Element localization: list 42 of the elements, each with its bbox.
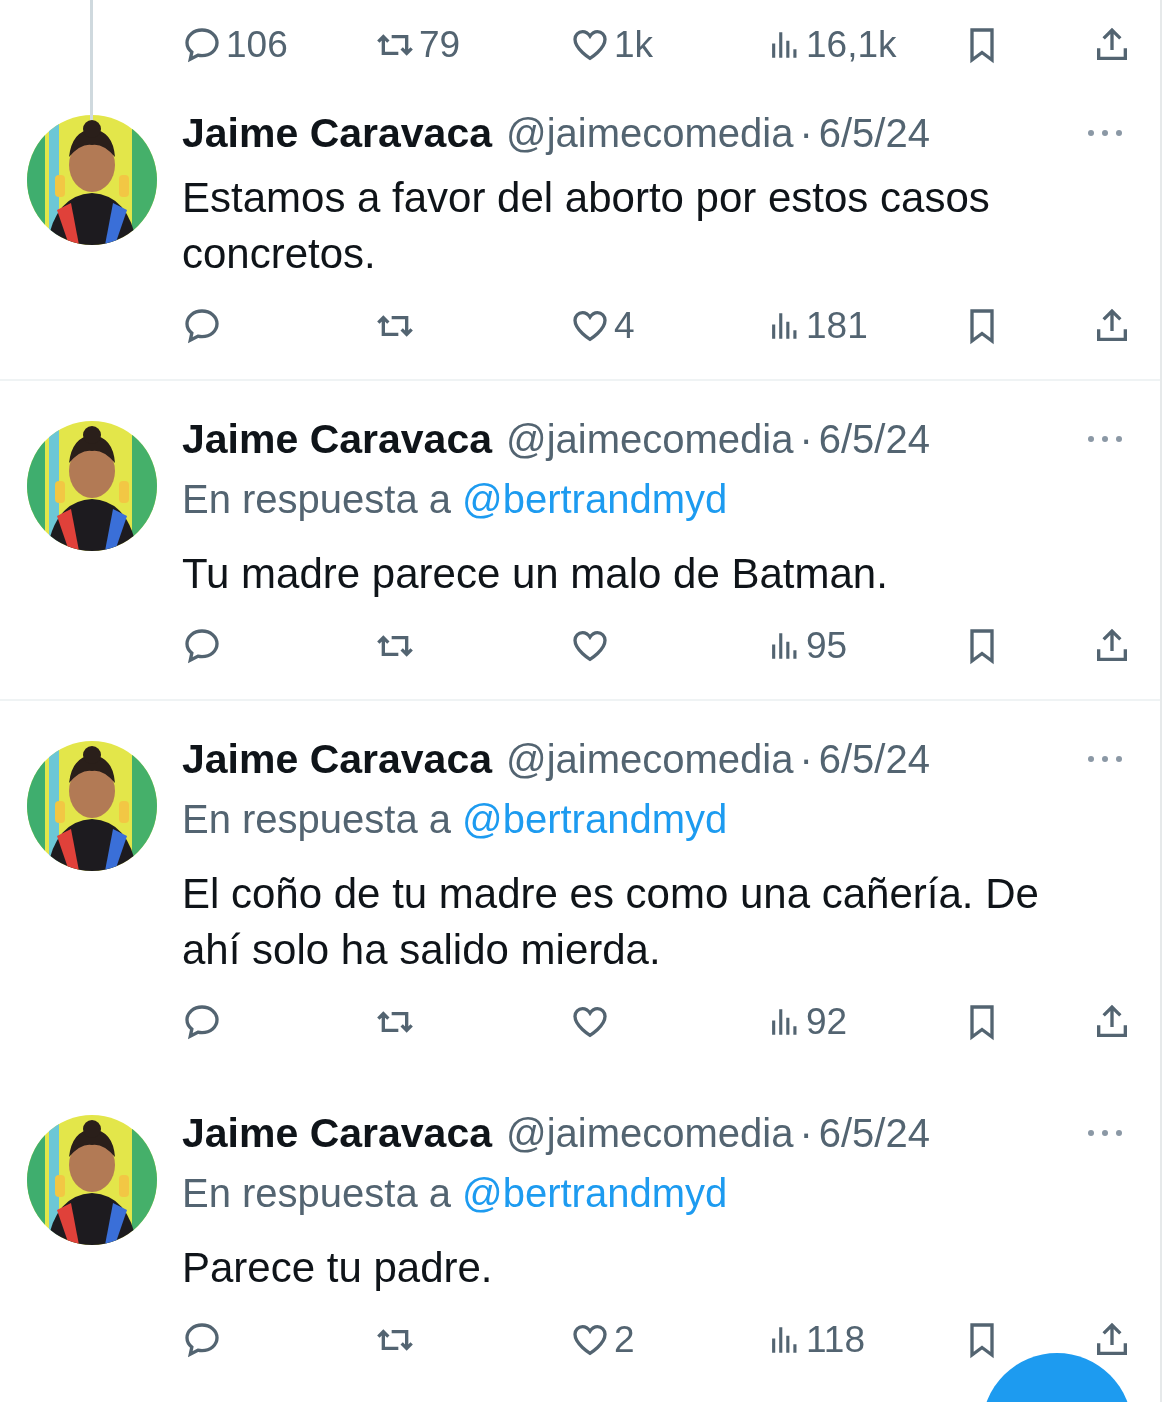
separator-dot: · xyxy=(799,416,813,462)
comment-icon xyxy=(182,306,222,346)
post-text: Tu madre parece un malo de Batman. xyxy=(182,549,889,599)
author-handle[interactable]: @jaimecomedia xyxy=(506,110,794,156)
reply-context: En respuesta a xyxy=(182,796,452,842)
author-name[interactable]: Jaime Caravaca xyxy=(182,1109,493,1157)
more-icon[interactable] xyxy=(1085,754,1125,764)
author-handle[interactable]: @jaimecomedia xyxy=(506,416,794,462)
views-button[interactable]: 181 xyxy=(768,303,868,349)
post-text: Estamos a favor del aborto por estos casos concretos. xyxy=(182,173,991,279)
post-date[interactable]: 6/5/24 xyxy=(818,416,930,462)
post-date[interactable]: 6/5/24 xyxy=(818,110,930,156)
author-name[interactable]: Jaime Caravaca xyxy=(182,735,493,783)
comment-icon xyxy=(182,626,222,666)
post-date[interactable]: 6/5/24 xyxy=(818,1110,930,1156)
comment-icon xyxy=(182,1002,222,1042)
author-name[interactable]: Jaime Caravaca xyxy=(182,109,493,157)
separator-dot: · xyxy=(799,736,813,782)
reply-button[interactable]: 106 xyxy=(182,22,288,68)
views-button[interactable]: 16,1k xyxy=(768,22,897,68)
like-button[interactable]: 1k xyxy=(570,22,654,68)
author-handle[interactable]: @jaimecomedia xyxy=(506,736,794,782)
more-icon[interactable] xyxy=(1085,128,1125,138)
post-text: El coño de tu madre es como una cañería. De ahí solo ha salido mierda. xyxy=(182,869,1040,975)
views-button[interactable]: 92 xyxy=(768,999,848,1045)
separator-dot: · xyxy=(799,1110,813,1156)
reply-context: En respuesta a xyxy=(182,1170,452,1216)
views-button[interactable]: 95 xyxy=(768,623,848,669)
post-text: Parece tu padre. xyxy=(182,1243,494,1293)
reply-context: En respuesta a xyxy=(182,476,452,522)
like-button[interactable]: 2 xyxy=(570,1317,635,1363)
comment-icon xyxy=(182,25,222,65)
views-button[interactable]: 118 xyxy=(768,1317,865,1363)
author-handle[interactable]: @jaimecomedia xyxy=(506,1110,794,1156)
more-icon[interactable] xyxy=(1085,434,1125,444)
separator-dot: · xyxy=(799,110,813,156)
author-name[interactable]: Jaime Caravaca xyxy=(182,415,493,463)
post-date[interactable]: 6/5/24 xyxy=(818,736,930,782)
like-button[interactable]: 4 xyxy=(570,303,635,349)
repost-button[interactable]: 79 xyxy=(375,22,461,68)
comment-icon xyxy=(182,1320,222,1360)
more-icon[interactable] xyxy=(1085,1128,1125,1138)
